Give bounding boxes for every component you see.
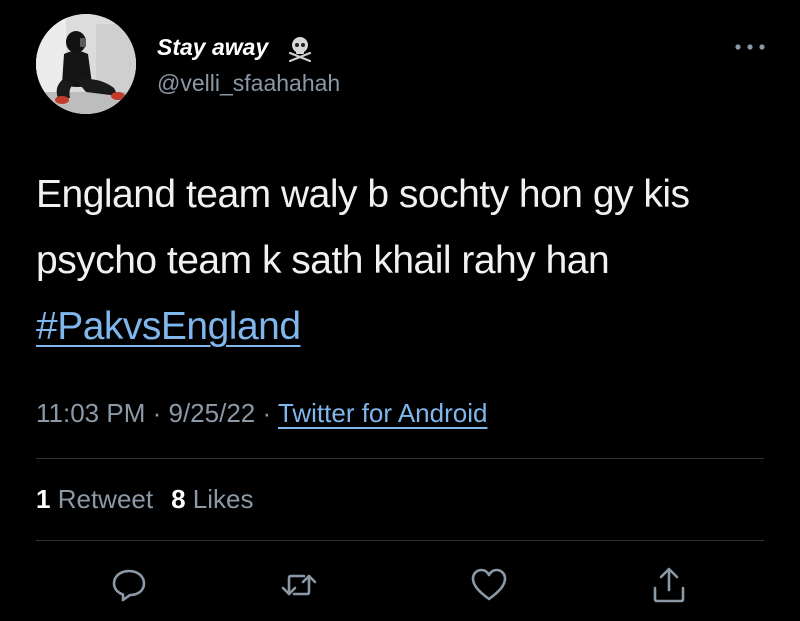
reply-icon — [112, 569, 146, 602]
meta-separator: · — [262, 398, 272, 428]
user-handle[interactable]: @velli_sfaahahah — [157, 70, 340, 97]
tweet-meta: 11:03 PM · 9/25/22 · Twitter for Android — [36, 398, 487, 429]
retweet-stat[interactable]: 1 Retweet — [36, 484, 153, 514]
engagement-stats: 1 Retweet 8 Likes — [36, 484, 254, 515]
tweet-text: England team waly b sochty hon gy kis ps… — [36, 162, 776, 360]
more-options-icon[interactable] — [730, 40, 770, 54]
divider — [36, 540, 764, 541]
likes-stat[interactable]: 8 Likes — [171, 484, 253, 514]
avatar[interactable] — [36, 14, 136, 114]
display-name[interactable]: Stay away — [157, 34, 268, 61]
meta-separator: · — [152, 398, 162, 428]
retweet-button[interactable] — [280, 566, 318, 604]
share-icon — [653, 567, 685, 603]
like-count: 8 — [171, 484, 186, 514]
retweet-label: Retweet — [57, 484, 154, 514]
heart-icon — [471, 568, 507, 601]
likes-label: Likes — [192, 484, 254, 514]
retweet-icon — [281, 574, 317, 596]
reply-button[interactable] — [110, 566, 148, 604]
share-button[interactable] — [650, 566, 688, 604]
tweet-time: 11:03 PM — [36, 398, 146, 428]
tweet-date: 9/25/22 — [168, 398, 256, 428]
retweet-count: 1 — [36, 484, 51, 514]
like-button[interactable] — [470, 566, 508, 604]
hashtag-link[interactable]: #PakvsEngland — [36, 305, 301, 348]
avatar-photo — [36, 14, 136, 114]
skull-crossbones-icon — [288, 37, 312, 63]
divider — [36, 458, 764, 459]
tweet-text-line: England team waly b sochty hon gy kis — [36, 173, 690, 216]
tweet-text-line: psycho team k sath khail rahy han — [36, 239, 610, 282]
source-link[interactable]: Twitter for Android — [278, 398, 488, 428]
